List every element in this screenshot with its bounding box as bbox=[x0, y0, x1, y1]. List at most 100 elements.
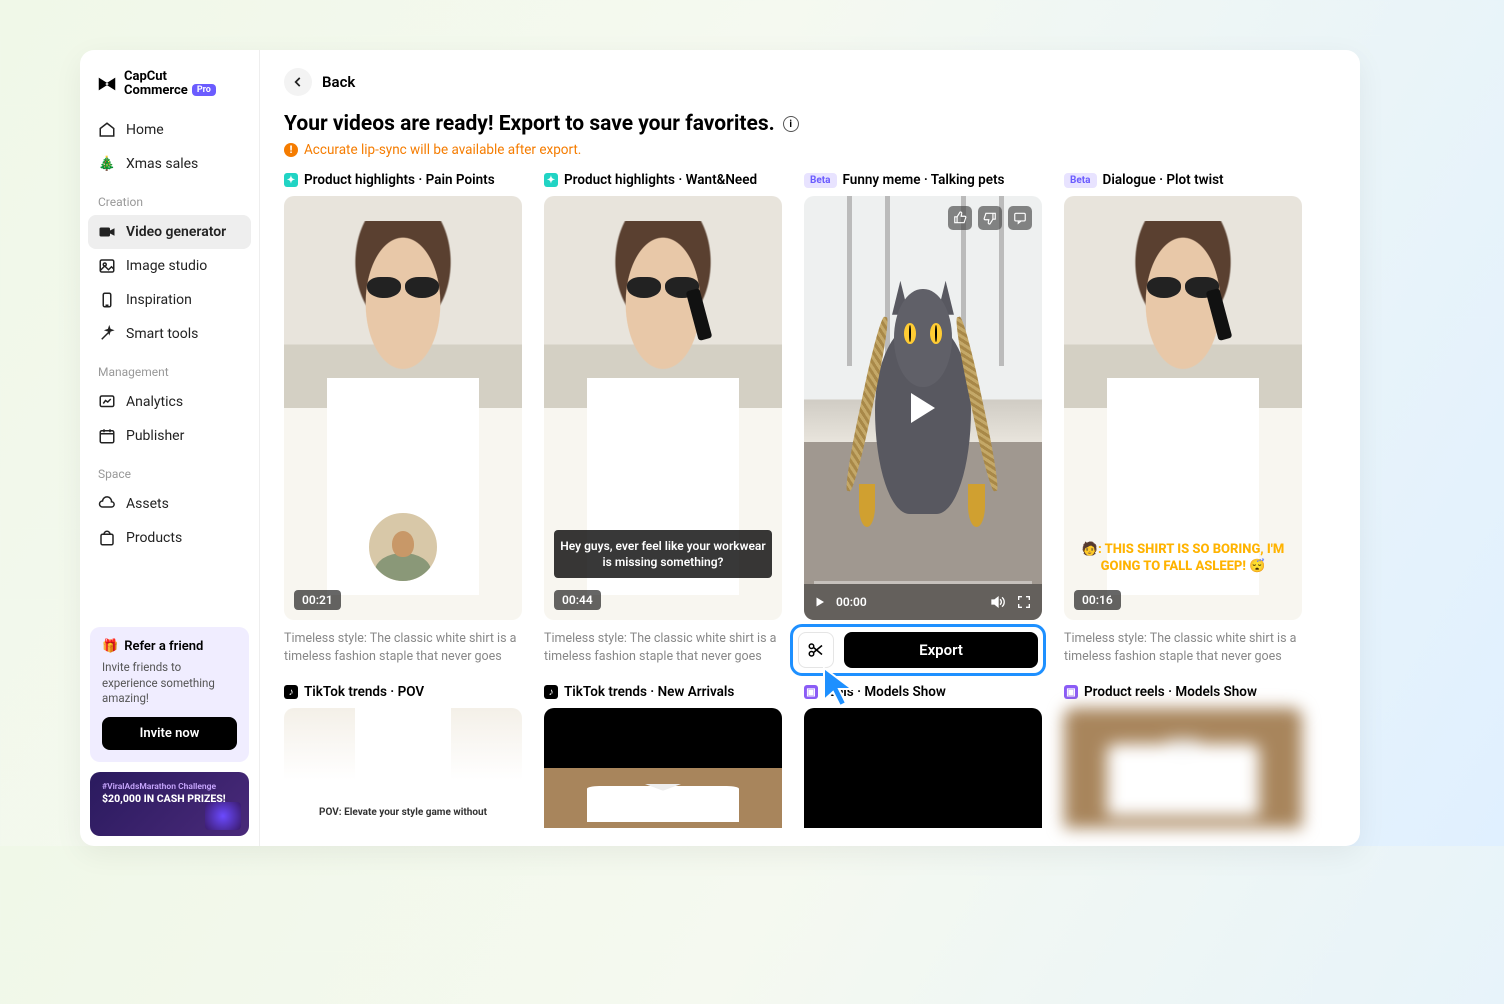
video-card-hovered: Beta Funny meme · Talking pets bbox=[804, 172, 1042, 666]
video-controls: 00:00 bbox=[804, 584, 1042, 620]
sidebar-item-label: Publisher bbox=[126, 428, 184, 444]
avatar-overlay bbox=[366, 510, 440, 584]
thumbs-down-button[interactable] bbox=[978, 206, 1002, 230]
video-thumbnail[interactable]: POV: Elevate your style game without bbox=[284, 708, 522, 828]
sidebar-item-video-generator[interactable]: Video generator bbox=[88, 215, 251, 249]
sidebar-item-products[interactable]: Products bbox=[88, 521, 251, 555]
sidebar-item-label: Inspiration bbox=[126, 292, 192, 308]
nav-section-creation: Creation bbox=[88, 181, 251, 215]
card-tag: Product highlights · Want&Need bbox=[564, 172, 757, 188]
logo-text-wrap: CapCut Commerce Pro bbox=[124, 70, 216, 97]
card-tag: Funny meme · Talking pets bbox=[843, 172, 1005, 188]
duration-badge: 00:44 bbox=[554, 590, 601, 610]
warning-icon: ! bbox=[284, 143, 298, 157]
duration-badge: 00:16 bbox=[1074, 590, 1121, 610]
sidebar-item-inspiration[interactable]: Inspiration bbox=[88, 283, 251, 317]
sidebar-item-label: Image studio bbox=[126, 258, 207, 274]
info-icon[interactable]: i bbox=[783, 116, 799, 132]
sidebar-item-label: Assets bbox=[126, 496, 169, 512]
video-thumbnail[interactable]: 00:21 bbox=[284, 196, 522, 620]
video-card: ♪ TikTok trends · New Arrivals bbox=[544, 684, 782, 828]
nav-section-management: Management bbox=[88, 351, 251, 385]
sidebar-item-label: Products bbox=[126, 530, 182, 546]
play-icon bbox=[911, 393, 935, 423]
scissors-icon bbox=[807, 641, 825, 659]
nav: Home 🎄 Xmas sales Creation Video generat… bbox=[80, 109, 259, 617]
refer-card: 🎁 Refer a friend Invite friends to exper… bbox=[90, 627, 249, 762]
fullscreen-button[interactable] bbox=[1016, 594, 1032, 610]
cloud-icon bbox=[98, 495, 116, 513]
reels-icon: ▣ bbox=[1064, 685, 1078, 699]
header: Your videos are ready! Export to save yo… bbox=[260, 106, 1360, 172]
volume-button[interactable] bbox=[990, 594, 1006, 610]
logo-text-bottom: Commerce bbox=[124, 84, 188, 98]
refer-title-row: 🎁 Refer a friend bbox=[102, 639, 237, 654]
caption-overlay: 🧑: THIS SHIRT IS SO BORING, I'M GOING TO… bbox=[1074, 542, 1292, 576]
sidebar-item-publisher[interactable]: Publisher bbox=[88, 419, 251, 453]
card-tag-row: Beta Dialogue · Plot twist bbox=[1064, 172, 1302, 188]
tiktok-icon: ♪ bbox=[284, 685, 298, 699]
sidebar-item-smart-tools[interactable]: Smart tools bbox=[88, 317, 251, 351]
device-icon bbox=[98, 291, 116, 309]
thumbs-up-button[interactable] bbox=[948, 206, 972, 230]
wand-icon bbox=[98, 325, 116, 343]
home-icon bbox=[98, 121, 116, 139]
sidebar-item-label: Analytics bbox=[126, 394, 183, 410]
edit-button[interactable] bbox=[798, 632, 834, 668]
promo-line1: #ViralAdsMarathon Challenge bbox=[102, 782, 237, 792]
video-thumbnail[interactable] bbox=[804, 708, 1042, 828]
sidebar-item-label: Video generator bbox=[126, 224, 226, 240]
feedback-buttons bbox=[948, 206, 1032, 230]
warning-row: ! Accurate lip-sync will be available af… bbox=[284, 142, 1336, 158]
card-tag-row: ✦ Product highlights · Want&Need bbox=[544, 172, 782, 188]
video-thumbnail[interactable]: Hey guys, ever feel like your workwear i… bbox=[544, 196, 782, 620]
card-tag: Dialogue · Plot twist bbox=[1103, 172, 1224, 188]
sidebar-item-analytics[interactable]: Analytics bbox=[88, 385, 251, 419]
sidebar-item-label: Smart tools bbox=[126, 326, 198, 342]
invite-button[interactable]: Invite now bbox=[102, 717, 237, 750]
warning-text: Accurate lip-sync will be available afte… bbox=[304, 142, 581, 158]
logo-mark bbox=[96, 73, 118, 95]
emoji-sleep: 😴 bbox=[1249, 559, 1265, 574]
promo-card[interactable]: #ViralAdsMarathon Challenge $20,000 IN C… bbox=[90, 772, 249, 836]
page-title-row: Your videos are ready! Export to save yo… bbox=[284, 112, 1336, 136]
pov-overlay: POV: Elevate your style game without bbox=[284, 803, 522, 822]
app-window: CapCut Commerce Pro Home 🎄 Xmas sales Cr… bbox=[80, 50, 1360, 846]
sidebar-item-xmas[interactable]: 🎄 Xmas sales bbox=[88, 147, 251, 181]
reels-icon: ▣ bbox=[804, 685, 818, 699]
video-thumbnail[interactable] bbox=[544, 708, 782, 828]
nav-section-space: Space bbox=[88, 453, 251, 487]
comment-button[interactable] bbox=[1008, 206, 1032, 230]
video-thumbnail[interactable]: 00:00 bbox=[804, 196, 1042, 620]
video-thumbnail[interactable]: 🧑: THIS SHIRT IS SO BORING, I'M GOING TO… bbox=[1064, 196, 1302, 620]
export-button[interactable]: Export bbox=[844, 632, 1038, 668]
logo-text-top: CapCut bbox=[124, 70, 216, 84]
cards-area: ✦ Product highlights · Pain Points 00:21… bbox=[260, 172, 1360, 846]
tiktok-icon: ♪ bbox=[544, 685, 558, 699]
sidebar-item-label: Xmas sales bbox=[126, 156, 198, 172]
video-card: ▣ Product reels · Models Show bbox=[1064, 684, 1302, 828]
sidebar: CapCut Commerce Pro Home 🎄 Xmas sales Cr… bbox=[80, 50, 260, 846]
calendar-icon bbox=[98, 427, 116, 445]
sidebar-item-home[interactable]: Home bbox=[88, 113, 251, 147]
back-label: Back bbox=[322, 73, 355, 91]
video-thumbnail[interactable] bbox=[1064, 708, 1302, 828]
card-tag: Product reels · Models Show bbox=[1084, 684, 1257, 700]
play-button[interactable] bbox=[814, 596, 826, 608]
video-card: ♪ TikTok trends · POV POV: Elevate your … bbox=[284, 684, 522, 828]
card-description: Timeless style: The classic white shirt … bbox=[284, 630, 522, 666]
sidebar-item-assets[interactable]: Assets bbox=[88, 487, 251, 521]
sparkle-icon: ✦ bbox=[544, 173, 558, 187]
logo: CapCut Commerce Pro bbox=[80, 50, 259, 109]
image-icon bbox=[98, 257, 116, 275]
card-tag: Product highlights · Pain Points bbox=[304, 172, 495, 188]
analytics-icon bbox=[98, 393, 116, 411]
page-title: Your videos are ready! Export to save yo… bbox=[284, 112, 775, 136]
duration-badge: 00:21 bbox=[294, 590, 341, 610]
tree-icon: 🎄 bbox=[98, 155, 116, 173]
main: Back Your videos are ready! Export to sa… bbox=[260, 50, 1360, 846]
sidebar-item-image-studio[interactable]: Image studio bbox=[88, 249, 251, 283]
back-button[interactable] bbox=[284, 68, 312, 96]
card-tag-row: ▣ Product reels · Models Show bbox=[1064, 684, 1302, 700]
card-description: Timeless style: The classic white shirt … bbox=[544, 630, 782, 666]
